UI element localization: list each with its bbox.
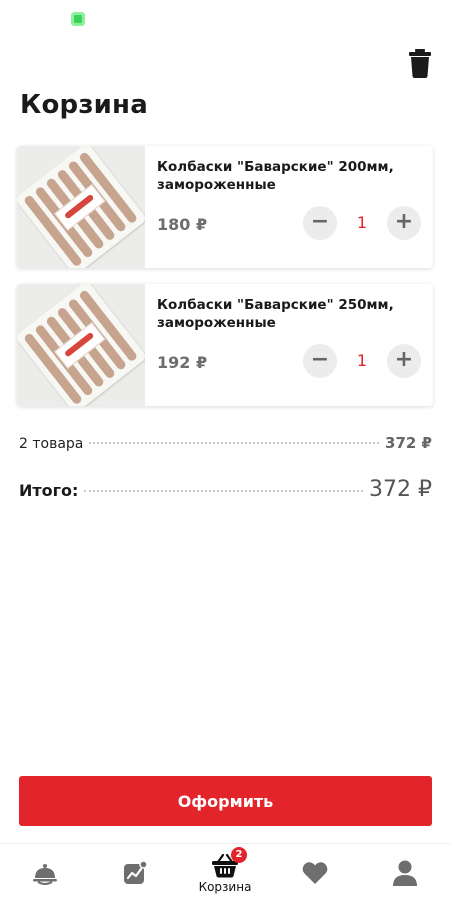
items-count-label: 2 товара	[19, 436, 84, 452]
total-value: 372 ₽	[369, 477, 432, 502]
checkout-button[interactable]: Оформить	[19, 776, 432, 826]
increase-quantity-button[interactable]: +	[387, 344, 421, 378]
tab-cart[interactable]: Корзина 2	[180, 844, 270, 900]
decrease-quantity-button[interactable]: −	[303, 206, 337, 240]
promo-chart-icon	[124, 859, 148, 884]
dotted-leader	[84, 490, 364, 492]
items-count-row: 2 товара 372 ₽	[19, 434, 432, 452]
product-image[interactable]	[17, 284, 145, 406]
quantity-value: 1	[356, 213, 368, 232]
cart-count-badge: 2	[231, 847, 247, 863]
catalog-cloche-icon	[33, 863, 57, 885]
quantity-value: 1	[356, 351, 368, 370]
total-label: Итого:	[19, 481, 79, 500]
quantity-stepper: − 1 +	[303, 344, 421, 378]
product-price: 180 ₽	[157, 215, 208, 234]
decrease-quantity-button[interactable]: −	[303, 344, 337, 378]
product-name: Колбаски "Баварские" 200мм, замороженные	[157, 159, 394, 193]
cart-item[interactable]: Колбаски "Баварские" 200мм, замороженные…	[17, 146, 433, 268]
quantity-stepper: − 1 +	[303, 206, 421, 240]
status-indicator	[71, 12, 85, 26]
tab-cart-label: Корзина	[198, 879, 252, 894]
product-price: 192 ₽	[157, 353, 208, 372]
trash-icon[interactable]	[408, 48, 432, 78]
page-title: Корзина	[20, 90, 148, 120]
bottom-tab-bar: Корзина 2	[0, 843, 450, 900]
tab-catalog[interactable]	[0, 844, 90, 900]
increase-quantity-button[interactable]: +	[387, 206, 421, 240]
items-subtotal: 372 ₽	[385, 434, 432, 452]
product-name: Колбаски "Баварские" 250мм, замороженные	[157, 297, 394, 331]
product-image[interactable]	[17, 146, 145, 268]
tab-favorites[interactable]	[270, 844, 360, 900]
tab-promo[interactable]	[90, 844, 180, 900]
total-row: Итого: 372 ₽	[19, 477, 432, 502]
tab-profile[interactable]	[360, 844, 450, 900]
dotted-leader	[89, 442, 380, 444]
profile-icon	[393, 860, 417, 886]
heart-icon	[302, 861, 328, 884]
cart-item[interactable]: Колбаски "Баварские" 250мм, замороженные…	[17, 284, 433, 406]
